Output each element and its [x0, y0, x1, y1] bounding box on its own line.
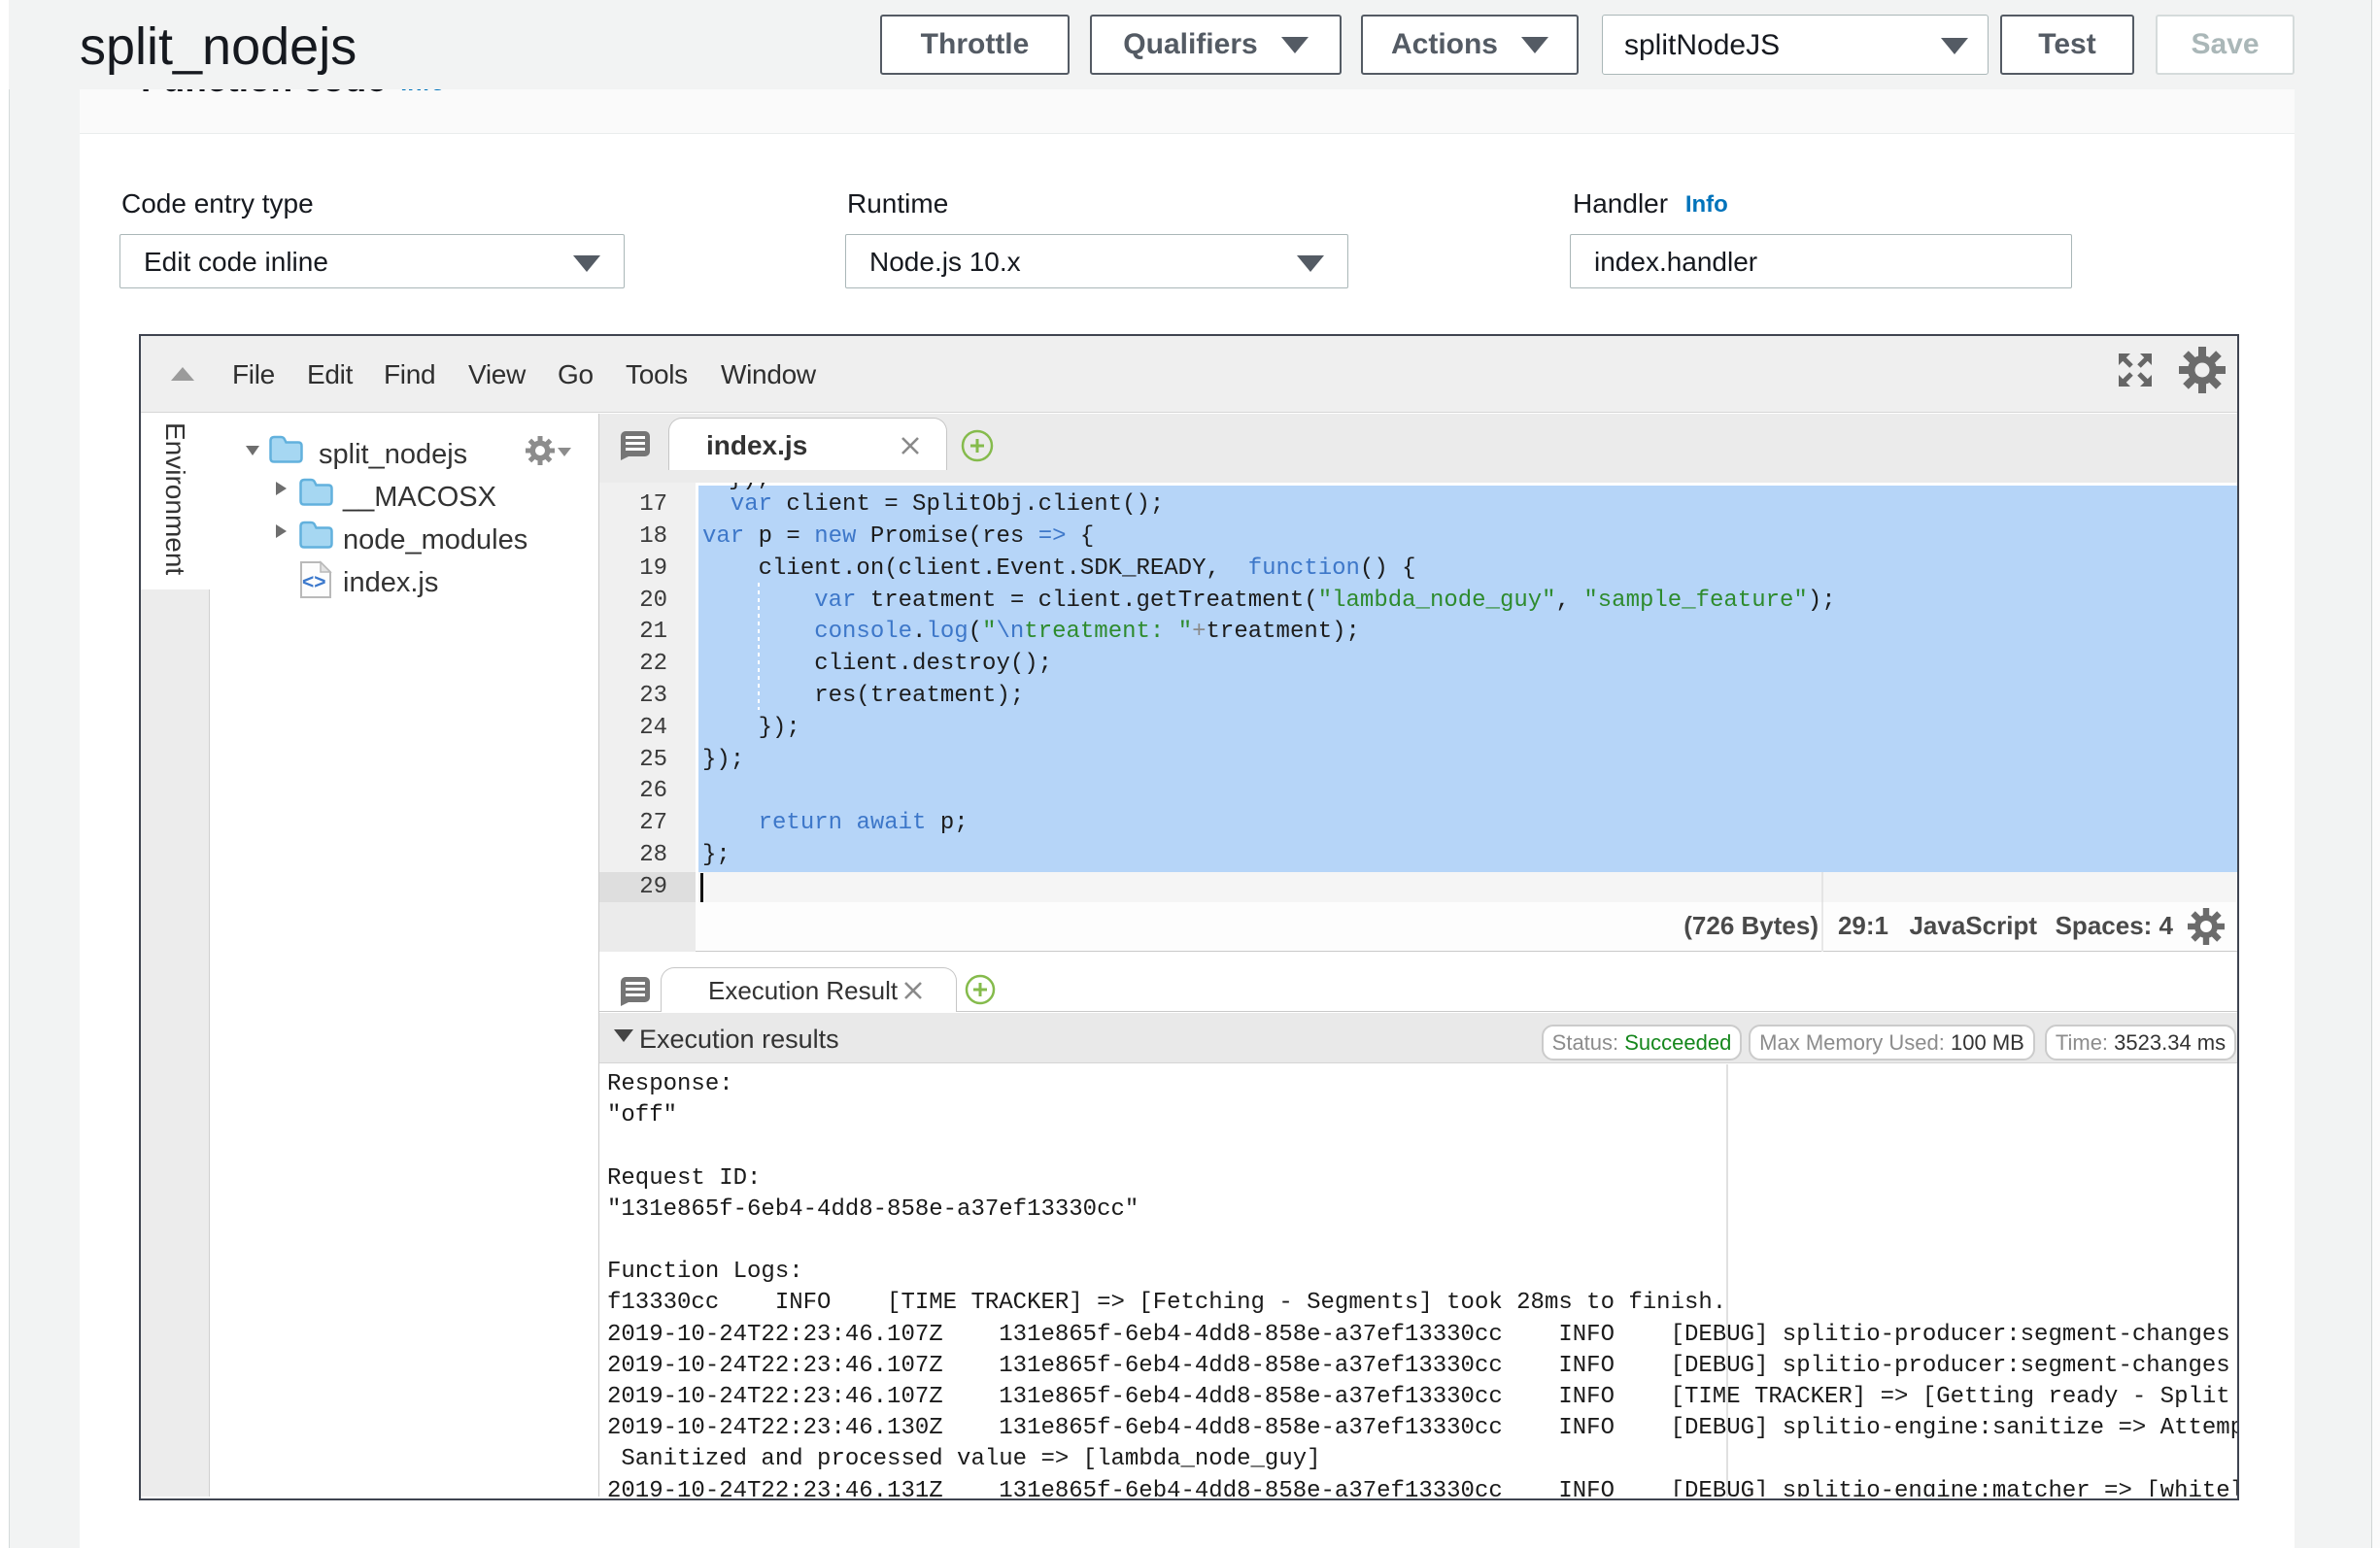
svg-text:<>: <>: [302, 571, 326, 593]
